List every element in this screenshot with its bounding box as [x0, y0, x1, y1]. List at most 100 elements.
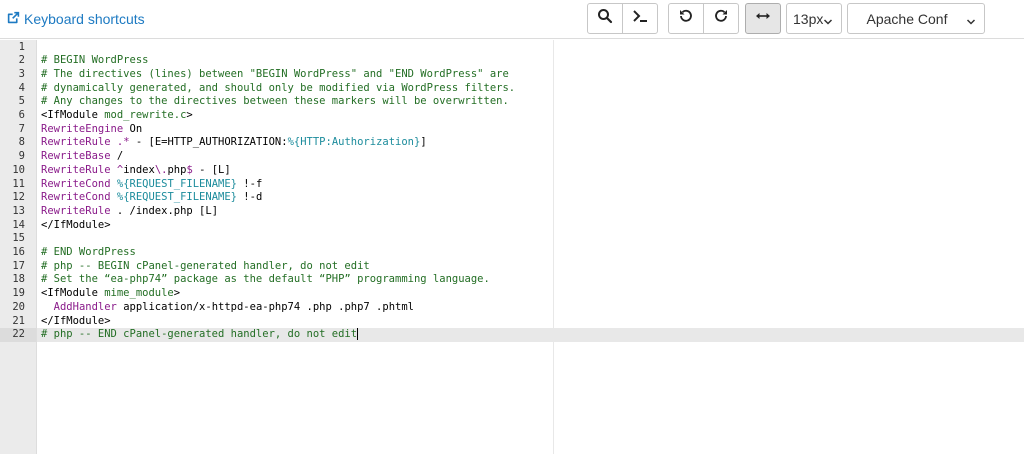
code-token: \. — [154, 163, 168, 176]
line-number: 5 — [18, 95, 25, 108]
undo-icon — [678, 8, 694, 29]
external-link-icon — [7, 11, 20, 27]
line-number: 12 — [12, 191, 25, 204]
code-line[interactable]: <IfModule mod_rewrite.c> — [41, 109, 193, 123]
code-line[interactable]: # END WordPress — [41, 246, 136, 260]
code-token: > — [186, 109, 193, 121]
code-line[interactable]: # php -- BEGIN cPanel-generated handler,… — [41, 260, 370, 274]
code-line[interactable]: # BEGIN WordPress — [41, 54, 148, 68]
line-number: 2 — [18, 54, 25, 67]
font-size-select[interactable]: 13px — [786, 3, 842, 34]
line-number: 22 — [12, 328, 25, 341]
code-line[interactable]: AddHandler application/x-httpd-ea-php74 … — [41, 301, 414, 315]
code-token: # Set the “ea-php74” package as the defa… — [41, 273, 490, 286]
code-token: RewriteRule — [41, 204, 111, 217]
line-number: 8 — [18, 136, 25, 149]
code-token: . /index.php [L] — [110, 204, 219, 217]
code-token: AddHandler — [53, 300, 117, 313]
line-number: 17 — [12, 259, 25, 272]
code-content[interactable]: # BEGIN WordPress # The directives (lines… — [37, 40, 1024, 454]
text-cursor — [357, 328, 359, 341]
code-token: RewriteCond — [41, 191, 111, 204]
code-token: ] — [420, 136, 427, 149]
code-line[interactable]: </IfModule> — [41, 219, 111, 233]
code-token: index — [123, 163, 155, 176]
line-number: 11 — [12, 177, 25, 190]
code-token: RewriteBase — [41, 150, 111, 163]
code-token: # dynamically generated, and should only… — [41, 81, 516, 94]
code-token: RewriteRule — [41, 163, 111, 176]
chevron-down-icon — [823, 14, 833, 25]
code-line[interactable]: RewriteCond %{REQUEST_FILENAME} !-f — [41, 178, 262, 192]
code-line[interactable]: RewriteRule .* - [E=HTTP_AUTHORIZATION:%… — [41, 136, 427, 150]
line-number: 3 — [18, 67, 25, 80]
keyboard-shortcuts-link[interactable]: Keyboard shortcuts — [7, 11, 145, 27]
toolbar: Keyboard shortcuts 13px Apache Conf — [0, 0, 1024, 39]
mode-select[interactable]: Apache Conf — [847, 3, 985, 34]
code-token: !-f — [236, 177, 263, 190]
wrap-group — [745, 3, 781, 34]
line-number: 4 — [18, 81, 25, 94]
code-token: # php -- END cPanel-generated handler, d… — [41, 328, 358, 341]
line-number: 1 — [18, 40, 25, 53]
code-token: # Any changes to the directives between … — [41, 95, 509, 108]
code-token: / — [110, 150, 124, 163]
code-line[interactable]: # dynamically generated, and should only… — [41, 82, 515, 96]
search-terminal-group — [587, 3, 658, 34]
code-line[interactable]: # Any changes to the directives between … — [41, 95, 509, 109]
terminal-button[interactable] — [622, 3, 658, 34]
wrap-toggle-button[interactable] — [745, 3, 781, 34]
line-number: 21 — [12, 314, 25, 327]
code-line[interactable]: # Set the “ea-php74” package as the defa… — [41, 273, 490, 287]
code-token: > — [173, 287, 181, 300]
keyboard-shortcuts-label: Keyboard shortcuts — [24, 11, 145, 27]
line-number: 20 — [12, 300, 25, 313]
line-number-gutter: 1 2 3 4 5 6 7 8 9 10 11 12 13 14 15 16 17 18 19 20 21 22 — [0, 40, 37, 454]
code-line[interactable]: RewriteCond %{REQUEST_FILENAME} !-d — [41, 191, 262, 205]
code-token: - [E=HTTP_AUTHORIZATION: — [129, 136, 288, 149]
code-line[interactable]: # php -- END cPanel-generated handler, d… — [41, 328, 359, 342]
code-token: </IfModule> — [41, 218, 111, 231]
code-line[interactable]: RewriteBase / — [41, 150, 123, 164]
line-number: 9 — [18, 150, 25, 163]
line-number: 6 — [18, 109, 25, 121]
code-token: %{REQUEST_FILENAME} — [116, 191, 237, 204]
code-token: # BEGIN WordPress — [41, 54, 149, 67]
mode-value: Apache Conf — [866, 10, 948, 27]
code-line[interactable]: # The directives (lines) between "BEGIN … — [41, 68, 509, 82]
redo-button[interactable] — [703, 3, 739, 34]
redo-icon — [713, 8, 729, 29]
line-number: 16 — [12, 246, 25, 258]
code-token: <IfModule — [41, 109, 105, 121]
code-line[interactable]: </IfModule> — [41, 315, 111, 329]
code-line[interactable]: <IfModule mime_module> — [41, 287, 180, 301]
code-token: RewriteEngine — [41, 122, 124, 135]
code-token: %{HTTP:Authorization} — [287, 136, 421, 149]
code-token: # The directives (lines) between "BEGIN … — [41, 67, 509, 80]
line-number: 14 — [12, 218, 25, 231]
undo-button[interactable] — [668, 3, 704, 34]
line-number: 15 — [12, 232, 25, 245]
code-token: mod_rewrite.c — [104, 109, 187, 121]
terminal-icon — [632, 8, 648, 29]
print-margin — [553, 40, 554, 454]
code-token: RewriteRule — [41, 136, 111, 149]
code-editor[interactable]: 1 2 3 4 5 6 7 8 9 10 11 12 13 14 15 16 17 18 19 20 21 22 # BE… — [0, 40, 1024, 454]
search-icon — [597, 8, 613, 29]
code-line[interactable]: RewriteRule ^index\.php$ - [L] — [41, 164, 231, 178]
search-button[interactable] — [587, 3, 623, 34]
code-token: application/x-httpd-ea-php74 .php .php7 … — [116, 300, 414, 313]
code-line[interactable]: RewriteRule . /index.php [L] — [41, 205, 218, 219]
code-token: </IfModule> — [41, 314, 111, 327]
code-token: <IfModule — [41, 287, 105, 300]
code-token: %{REQUEST_FILENAME} — [116, 177, 237, 190]
chevron-down-icon — [966, 14, 976, 25]
line-number: 18 — [12, 273, 25, 286]
code-token: .* — [116, 136, 130, 149]
code-line[interactable]: RewriteEngine On — [41, 123, 142, 137]
line-number: 7 — [18, 122, 25, 135]
code-token: - [L] — [192, 163, 231, 176]
undo-redo-group — [668, 3, 739, 34]
line-number: 10 — [12, 163, 25, 176]
